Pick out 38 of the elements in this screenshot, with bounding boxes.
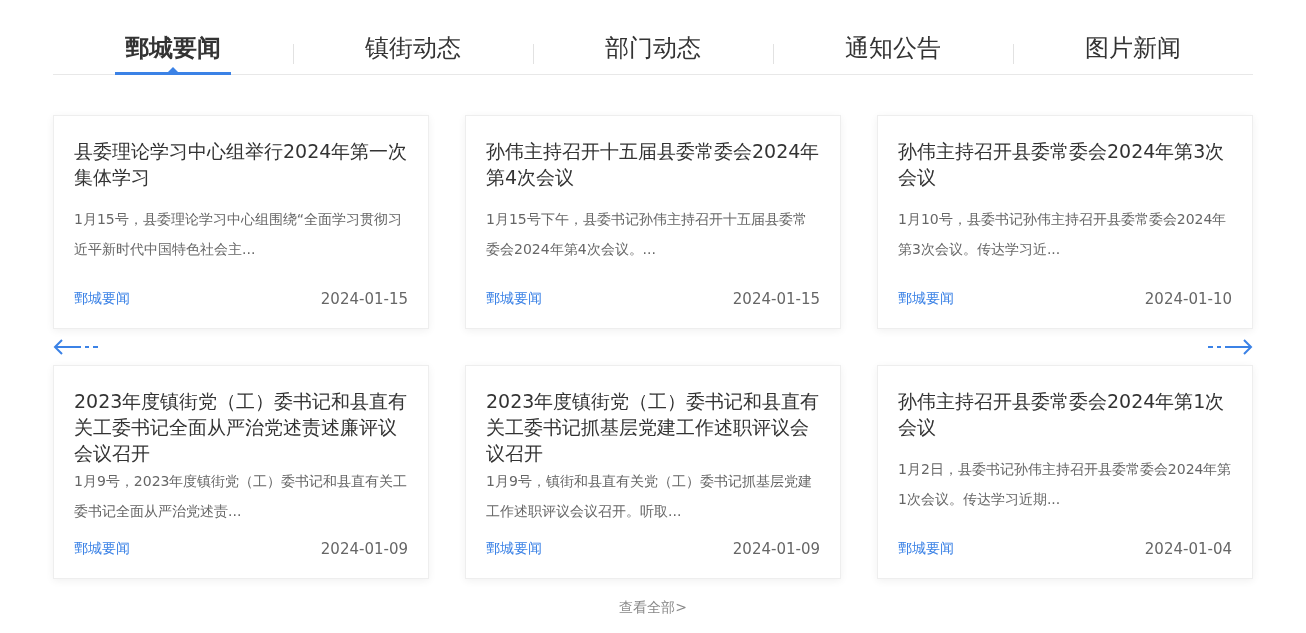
news-tab[interactable]: 鄄城要闻 [115,24,231,75]
news-summary: 1月9号，2023年度镇街党（工）委书记和县直有关工委书记全面从严治党述责... [74,472,408,521]
category-link[interactable]: 鄄城要闻 [74,540,130,558]
news-summary: 1月2日，县委书记孙伟主持召开县委常委会2024年第1次会议。传达学习近期... [898,460,1232,509]
news-card[interactable]: 孙伟主持召开县委常委会2024年第1次会议 1月2日，县委书记孙伟主持召开县委常委会2024年第1次会议。传达学习近期... 鄄城要闻 2024-01-04 [877,365,1253,579]
news-title: 孙伟主持召开十五届县委常委会2024年第4次会议 [486,139,820,190]
news-title: 2023年度镇街党（工）委书记和县直有关工委书记抓基层党建工作述职评议会议召开 [486,389,820,466]
news-summary: 1月10号，县委书记孙伟主持召开县委常委会2024年第3次会议。传达学习近... [898,210,1228,259]
previous-arrow-icon[interactable] [53,339,99,355]
category-link[interactable]: 鄄城要闻 [898,540,954,558]
news-summary: 1月15号下午，县委书记孙伟主持召开十五届县委常委会2024年第4次会议。... [486,210,808,259]
category-link[interactable]: 鄄城要闻 [486,290,542,308]
news-tab[interactable]: 部门动态 [595,24,711,75]
news-date: 2024-01-15 [732,290,820,308]
news-tab[interactable]: 通知公告 [835,24,951,75]
news-date: 2024-01-09 [732,540,820,558]
category-link[interactable]: 鄄城要闻 [486,540,542,558]
news-card[interactable]: 2023年度镇街党（工）委书记和县直有关工委书记全面从严治党述责述廉评议会议召开 1月9号，2023年度镇街党（工）委书记和县直有关工委书记全面从严治党述责... 鄄城要闻 2024-01-09 [53,365,429,579]
news-tab[interactable]: 镇街动态 [355,24,471,75]
news-summary: 1月9号，镇街和县直有关党（工）委书记抓基层党建工作述职评议会议召开。听取... [486,472,813,521]
category-link[interactable]: 鄄城要闻 [898,290,954,308]
news-card[interactable]: 县委理论学习中心组举行2024年第一次集体学习 1月15号，县委理论学习中心组围绕“全面学习贯彻习近平新时代中国特色社会主... 鄄城要闻 2024-01-15 [53,115,429,329]
news-date: 2024-01-04 [1144,540,1232,558]
news-summary: 1月15号，县委理论学习中心组围绕“全面学习贯彻习近平新时代中国特色社会主... [74,210,403,259]
view-all-link[interactable]: 查看全部> [619,599,687,617]
news-title: 孙伟主持召开县委常委会2024年第1次会议 [898,389,1226,440]
news-title: 孙伟主持召开县委常委会2024年第3次会议 [898,139,1226,190]
news-date: 2024-01-15 [320,290,408,308]
news-card[interactable]: 孙伟主持召开十五届县委常委会2024年第4次会议 1月15号下午，县委书记孙伟主持召开十五届县委常委会2024年第4次会议。... 鄄城要闻 2024-01-15 [465,115,841,329]
category-link[interactable]: 鄄城要闻 [74,290,130,308]
news-title: 2023年度镇街党（工）委书记和县直有关工委书记全面从严治党述责述廉评议会议召开 [74,389,408,466]
next-arrow-icon[interactable] [1207,339,1253,355]
news-title: 县委理论学习中心组举行2024年第一次集体学习 [74,139,408,190]
news-card[interactable]: 2023年度镇街党（工）委书记和县直有关工委书记抓基层党建工作述职评议会议召开 1月9号，镇街和县直有关党（工）委书记抓基层党建工作述职评议会议召开。听取... 鄄城要闻 2024-01-09 [465,365,841,579]
news-card[interactable]: 孙伟主持召开县委常委会2024年第3次会议 1月10号，县委书记孙伟主持召开县委常委会2024年第3次会议。传达学习近... 鄄城要闻 2024-01-10 [877,115,1253,329]
news-date: 2024-01-10 [1144,290,1232,308]
news-date: 2024-01-09 [320,540,408,558]
news-tab[interactable]: 图片新闻 [1075,24,1191,75]
